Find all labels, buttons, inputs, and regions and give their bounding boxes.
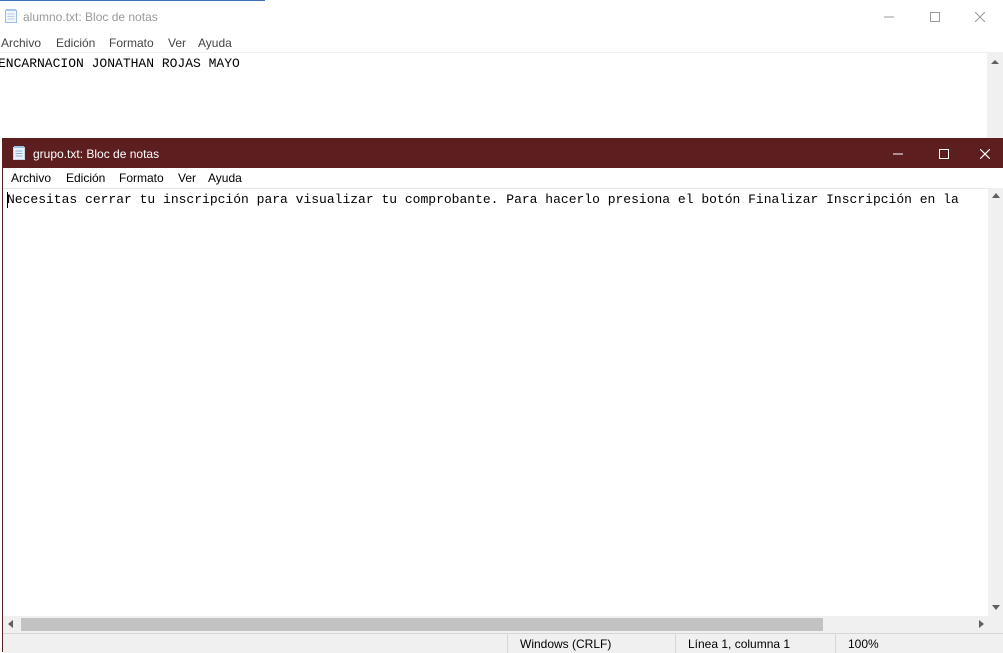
menu-archivo[interactable]: Archivo — [11, 171, 51, 185]
editor-text: ENCARNACION JONATHAN ROJAS MAYO — [0, 56, 240, 71]
text-caret — [7, 192, 8, 208]
menu-ayuda[interactable]: Ayuda — [198, 36, 232, 50]
scroll-up-icon[interactable] — [992, 193, 1000, 198]
menu-ver[interactable]: Ver — [178, 171, 196, 185]
notepad-icon — [5, 9, 17, 23]
title-bar[interactable]: grupo.txt: Bloc de notas — [3, 138, 1003, 168]
menu-formato[interactable]: Formato — [119, 171, 164, 185]
minimize-button[interactable] — [866, 1, 912, 32]
menu-bar: Archivo Edición Formato Ver Ayuda — [3, 168, 1003, 188]
scroll-left-icon[interactable] — [8, 620, 13, 628]
maximize-button[interactable] — [912, 1, 958, 32]
maximize-icon — [939, 148, 949, 159]
close-button[interactable] — [957, 1, 1003, 32]
menu-formato[interactable]: Formato — [109, 36, 154, 50]
maximize-icon — [930, 11, 940, 22]
minimize-button[interactable] — [875, 138, 921, 169]
minimize-icon — [884, 16, 894, 17]
vertical-scrollbar[interactable] — [987, 52, 1003, 142]
menu-ver[interactable]: Ver — [168, 36, 186, 50]
maximize-button[interactable] — [921, 138, 967, 169]
menu-bar: Archivo Edición Formato Ver Ayuda — [0, 33, 1003, 52]
scroll-down-icon[interactable] — [992, 605, 1000, 610]
scroll-up-icon[interactable] — [987, 54, 1003, 70]
menu-ayuda[interactable]: Ayuda — [208, 171, 242, 185]
notepad-window-grupo: grupo.txt: Bloc de notas Archivo Edición… — [2, 138, 1003, 653]
minimize-icon — [893, 153, 903, 154]
vertical-scrollbar[interactable] — [988, 188, 1003, 616]
status-line-ending: Windows (CRLF) — [507, 634, 674, 653]
horizontal-scroll-thumb[interactable] — [21, 618, 823, 631]
editor-text: Necesitas cerrar tu inscripción para vis… — [7, 192, 959, 207]
window-title: grupo.txt: Bloc de notas — [33, 147, 160, 161]
close-button[interactable] — [966, 138, 1003, 169]
menu-edicion[interactable]: Edición — [56, 36, 95, 50]
status-cursor-position: Línea 1, columna 1 — [675, 634, 844, 653]
window-title: alumno.txt: Bloc de notas — [23, 10, 158, 24]
menu-archivo[interactable]: Archivo — [1, 36, 41, 50]
close-icon — [975, 11, 985, 22]
menu-edicion[interactable]: Edición — [66, 171, 105, 185]
text-editor[interactable]: ENCARNACION JONATHAN ROJAS MAYO — [0, 52, 987, 143]
horizontal-scrollbar[interactable] — [3, 616, 988, 633]
status-zoom: 100% — [835, 634, 1003, 653]
text-editor[interactable]: Necesitas cerrar tu inscripción para vis… — [3, 188, 988, 617]
scroll-right-icon[interactable] — [979, 620, 984, 628]
status-bar: Windows (CRLF) Línea 1, columna 1 100% — [3, 633, 1003, 653]
notepad-icon — [13, 146, 25, 160]
close-icon — [980, 148, 990, 159]
scrollbar-corner — [988, 616, 1003, 633]
title-bar[interactable]: alumno.txt: Bloc de notas — [0, 1, 1003, 32]
